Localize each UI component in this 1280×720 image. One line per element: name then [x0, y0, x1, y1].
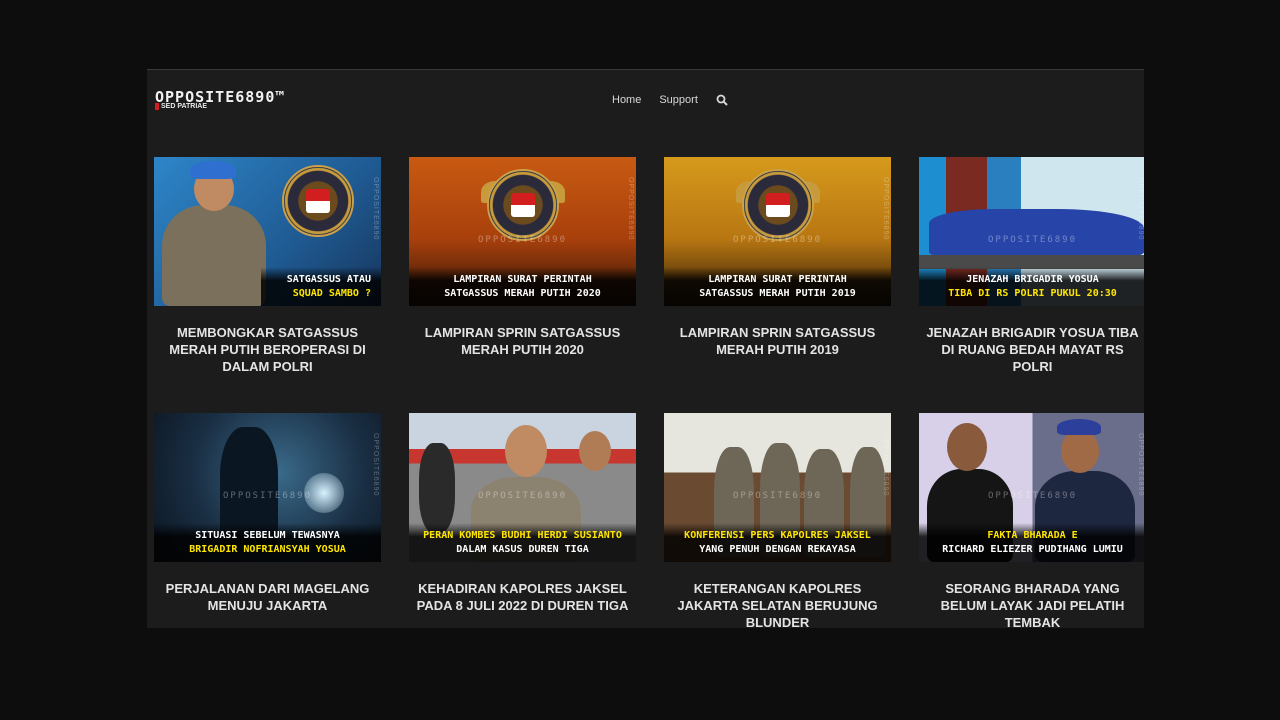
thumbnail-caption: SATGASSUS ATAU SQUAD SAMBO ? — [261, 267, 381, 306]
side-watermark: OPPOSITE6890 — [372, 433, 379, 497]
thumbnail-caption: KONFERENSI PERS KAPOLRES JAKSEL YANG PEN… — [664, 523, 891, 562]
thumbnail-caption: PERAN KOMBES BUDHI HERDI SUSIANTO DALAM … — [409, 523, 636, 562]
post-title[interactable]: PERJALANAN DARI MAGELANG MENUJU JAKARTA — [154, 580, 381, 614]
post-thumbnail[interactable]: OPPOSITE6890 OPPOSITE6890 SITUASI SEBELU… — [154, 413, 381, 562]
microphone — [419, 443, 455, 533]
post-thumbnail[interactable]: OPPOSITE6890 OPPOSITE6890 LAMPIRAN SURAT… — [409, 157, 636, 306]
beret — [190, 161, 236, 179]
emblem-logo — [742, 169, 814, 241]
person-head — [947, 423, 987, 471]
side-watermark: OPPOSITE6890 — [1137, 433, 1144, 497]
side-watermark: OPPOSITE6890 — [882, 433, 889, 497]
post-title[interactable]: JENAZAH BRIGADIR YOSUA TIBA DI RUANG BED… — [919, 324, 1144, 375]
thumbnail-caption: LAMPIRAN SURAT PERINTAH SATGASSUS MERAH … — [664, 267, 891, 306]
post-card[interactable]: OPPOSITE6890 OPPOSITE6890 FAKTA BHARADA … — [919, 413, 1144, 628]
post-card[interactable]: OPPOSITE6890 OPPOSITE6890 SITUASI SEBELU… — [154, 413, 381, 628]
post-thumbnail[interactable]: OPPOSITE6890 OPPOSITE6890 FAKTA BHARADA … — [919, 413, 1144, 562]
side-watermark: OPPOSITE6890 — [882, 177, 889, 241]
post-card[interactable]: OPPOSITE6890 OPPOSITE6890 LAMPIRAN SURAT… — [664, 157, 891, 413]
post-card[interactable]: OPPOSITE6890 OPPOSITE6890 JENAZAH BRIGAD… — [919, 157, 1144, 413]
post-thumbnail[interactable]: OPPOSITE6890 OPPOSITE6890 JENAZAH BRIGAD… — [919, 157, 1144, 306]
nav-home-link[interactable]: Home — [612, 94, 641, 106]
side-watermark: OPPOSITE6890 — [372, 177, 379, 241]
officer-head-right — [579, 431, 611, 471]
post-thumbnail[interactable]: OPPOSITE6890 SATGASSUS ATAU SQUAD SAMBO … — [154, 157, 381, 306]
post-title[interactable]: KEHADIRAN KAPOLRES JAKSEL PADA 8 JULI 20… — [409, 580, 636, 614]
side-watermark: OPPOSITE6890 — [1137, 177, 1144, 241]
tagline-red-badge — [155, 103, 159, 110]
search-icon[interactable] — [716, 94, 728, 106]
website-frame: OPPOSITE6890™ SED PATRIAE Home Support O… — [147, 69, 1144, 628]
officer-head — [1061, 429, 1099, 473]
post-title[interactable]: SEORANG BHARADA YANG BELUM LAYAK JADI PE… — [919, 580, 1144, 628]
post-title[interactable]: KETERANGAN KAPOLRES JAKARTA SELATAN BERU… — [664, 580, 891, 628]
post-card[interactable]: OPPOSITE6890 PERAN KOMBES BUDHI HERDI SU… — [409, 413, 636, 628]
emblem-logo — [487, 169, 559, 241]
officer-head — [505, 425, 547, 477]
tagline-text: SED PATRIAE — [161, 103, 208, 110]
post-thumbnail[interactable]: OPPOSITE6890 PERAN KOMBES BUDHI HERDI SU… — [409, 413, 636, 562]
site-tagline: SED PATRIAE — [155, 103, 207, 110]
post-title[interactable]: LAMPIRAN SPRIN SATGASSUS MERAH PUTIH 201… — [664, 324, 891, 358]
thumbnail-caption: JENAZAH BRIGADIR YOSUA TIBA DI RS POLRI … — [919, 267, 1144, 306]
post-card[interactable]: OPPOSITE6890 OPPOSITE6890 KONFERENSI PER… — [664, 413, 891, 628]
thumbnail-watermark: OPPOSITE6890 — [732, 235, 823, 246]
post-card[interactable]: OPPOSITE6890 SATGASSUS ATAU SQUAD SAMBO … — [154, 157, 381, 413]
thumbnail-watermark: OPPOSITE6890 — [987, 235, 1078, 246]
post-title[interactable]: LAMPIRAN SPRIN SATGASSUS MERAH PUTIH 202… — [409, 324, 636, 358]
body-bag — [929, 209, 1144, 257]
thumbnail-watermark: OPPOSITE6890 — [987, 491, 1078, 502]
officer-figure — [162, 205, 266, 306]
post-title[interactable]: MEMBONGKAR SATGASSUS MERAH PUTIH BEROPER… — [154, 324, 381, 375]
side-watermark: OPPOSITE6890 — [627, 177, 634, 241]
thumbnail-caption: SITUASI SEBELUM TEWASNYA BRIGADIR NOFRIA… — [154, 523, 381, 562]
emblem-logo — [282, 165, 354, 237]
thumbnail-caption: LAMPIRAN SURAT PERINTAH SATGASSUS MERAH … — [409, 267, 636, 306]
thumbnail-watermark: OPPOSITE6890 — [477, 235, 568, 246]
post-card[interactable]: OPPOSITE6890 OPPOSITE6890 LAMPIRAN SURAT… — [409, 157, 636, 413]
main-nav: Home Support — [612, 94, 728, 106]
post-thumbnail[interactable]: OPPOSITE6890 OPPOSITE6890 LAMPIRAN SURAT… — [664, 157, 891, 306]
thumbnail-watermark: OPPOSITE6890 — [477, 491, 568, 502]
thumbnail-watermark: OPPOSITE6890 — [732, 491, 823, 502]
nav-support-link[interactable]: Support — [659, 94, 698, 106]
post-grid: OPPOSITE6890 SATGASSUS ATAU SQUAD SAMBO … — [154, 157, 1144, 628]
thumbnail-watermark: OPPOSITE6890 — [222, 491, 313, 502]
post-thumbnail[interactable]: OPPOSITE6890 OPPOSITE6890 KONFERENSI PER… — [664, 413, 891, 562]
site-header: OPPOSITE6890™ SED PATRIAE Home Support — [147, 70, 1144, 132]
thumbnail-caption: FAKTA BHARADA E RICHARD ELIEZER PUDIHANG… — [919, 523, 1144, 562]
beret — [1057, 419, 1101, 435]
